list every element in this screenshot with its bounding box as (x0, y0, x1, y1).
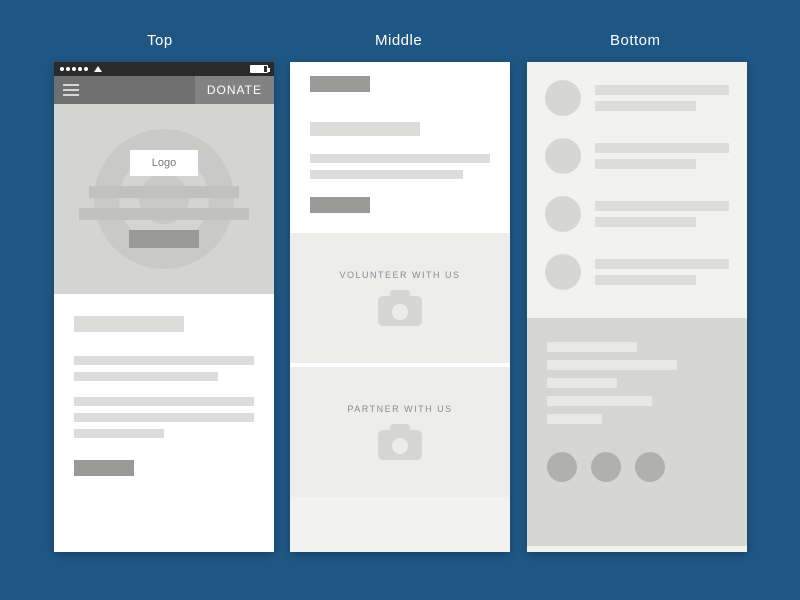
text-line-placeholder (595, 143, 729, 153)
frame-bottom (527, 62, 747, 552)
avatar-placeholder (545, 138, 581, 174)
button-placeholder[interactable] (74, 460, 134, 476)
footer-line-placeholder (547, 342, 637, 352)
status-bar (54, 62, 274, 76)
text-line-placeholder (595, 85, 729, 95)
card-title: VOLUNTEER WITH US (339, 270, 460, 280)
label-top: Top (147, 32, 173, 49)
social-icons (547, 452, 727, 482)
text-line-placeholder (595, 217, 696, 227)
text-line-placeholder (595, 201, 729, 211)
text-line-placeholder (74, 429, 164, 438)
card-title: PARTNER WITH US (347, 404, 452, 414)
button-placeholder[interactable] (310, 76, 370, 92)
hero-text-line (89, 186, 239, 198)
avatar-placeholder (545, 196, 581, 232)
partner-card[interactable]: PARTNER WITH US (290, 367, 510, 497)
text-line-placeholder (595, 159, 696, 169)
label-bottom: Bottom (610, 32, 661, 49)
text-line-placeholder (595, 275, 696, 285)
text-line-placeholder (595, 101, 696, 111)
footer-line-placeholder (547, 414, 602, 424)
wifi-icon (94, 66, 102, 72)
battery-icon (250, 65, 268, 73)
section-heading-placeholder (310, 122, 420, 136)
camera-icon (378, 290, 422, 326)
frame-middle: VOLUNTEER WITH US PARTNER WITH US (290, 62, 510, 552)
list-item[interactable] (545, 80, 729, 116)
volunteer-card[interactable]: VOLUNTEER WITH US (290, 233, 510, 363)
content-section (290, 62, 510, 233)
frame-top: DONATE Logo (54, 62, 274, 552)
nav-bar: DONATE (54, 76, 274, 104)
section-heading-placeholder (74, 316, 184, 332)
camera-icon (378, 424, 422, 460)
social-icon[interactable] (635, 452, 665, 482)
list-item[interactable] (545, 196, 729, 232)
content-section (54, 294, 274, 552)
text-line-placeholder (595, 259, 729, 269)
text-line-placeholder (74, 356, 254, 365)
text-line-placeholder (74, 372, 218, 381)
hero-text-line (79, 208, 249, 220)
footer-section (527, 318, 747, 546)
logo-placeholder: Logo (130, 150, 198, 176)
footer-line-placeholder (547, 378, 617, 388)
text-line-placeholder (310, 170, 463, 179)
hero-cta-button[interactable] (129, 230, 199, 248)
text-line-placeholder (310, 154, 490, 163)
label-middle: Middle (375, 32, 422, 49)
text-line-placeholder (74, 413, 254, 422)
avatar-placeholder (545, 254, 581, 290)
footer-line-placeholder (547, 396, 652, 406)
donate-button[interactable]: DONATE (195, 76, 274, 104)
avatar-placeholder (545, 80, 581, 116)
social-icon[interactable] (547, 452, 577, 482)
footer-line-placeholder (547, 360, 677, 370)
hamburger-icon[interactable] (54, 76, 88, 104)
list-section (527, 62, 747, 318)
button-placeholder[interactable] (310, 197, 370, 213)
signal-dots-icon (60, 66, 102, 72)
hero-section: Logo (54, 104, 274, 294)
social-icon[interactable] (591, 452, 621, 482)
text-line-placeholder (74, 397, 254, 406)
list-item[interactable] (545, 254, 729, 290)
list-item[interactable] (545, 138, 729, 174)
